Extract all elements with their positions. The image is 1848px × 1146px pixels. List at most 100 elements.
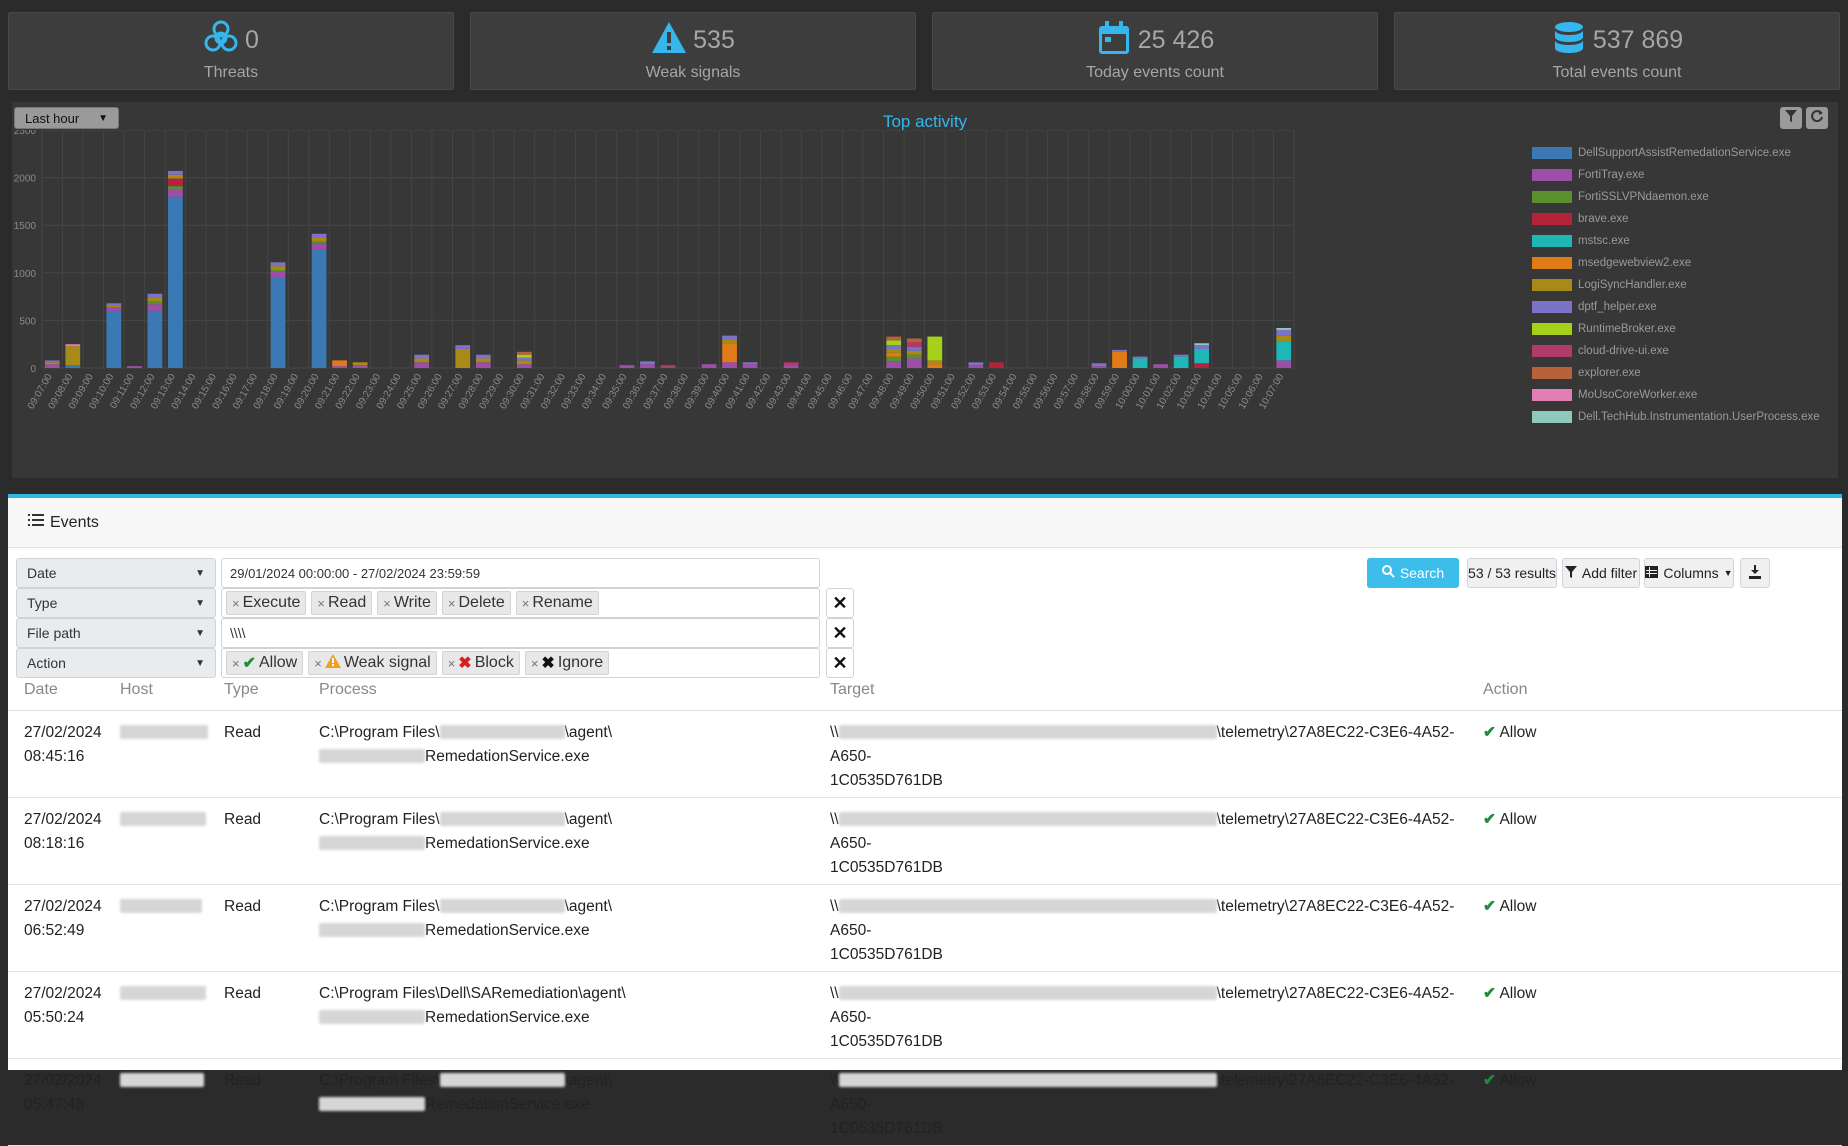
filter-field-select[interactable]: Date ▼ [16,558,216,588]
filter-field-select[interactable]: Type ▼ [16,588,216,618]
redacted-path [838,986,1217,1001]
add-filter-button[interactable]: Add filter [1562,558,1640,588]
weak-signals-card: 535 Weak signals [470,12,916,90]
legend-item[interactable]: MoUsoCoreWorker.exe [1532,384,1820,406]
redacted-path [319,923,425,938]
remove-icon[interactable]: × [317,596,325,611]
cell-action: ✔ Allow [1467,884,1842,972]
cell-target: \\ \telemetry\27A8EC22-C3E6-4A52-A650- 1C0… [814,884,1467,972]
bar-segment [906,338,922,343]
col-process[interactable]: Process [303,670,814,711]
col-action[interactable]: Action [1467,670,1842,711]
col-host[interactable]: Host [104,670,208,711]
process-prefix: C:\Program Files\ [319,723,440,741]
bar-segment [722,362,737,368]
legend-item[interactable]: FortiTray.exe [1532,164,1820,186]
bar-segment [886,356,902,362]
col-target[interactable]: Target [814,670,1467,711]
remove-icon[interactable]: × [448,596,456,611]
table-row[interactable]: 27/02/2024 05:50:24 Read C:\Program Files\D… [8,971,1842,1059]
bar-segment [65,344,81,347]
filter-field-select[interactable]: File path ▼ [16,618,216,648]
remove-icon[interactable]: × [531,656,539,671]
bar-segment [701,364,717,368]
type-chip[interactable]: × Delete [441,591,511,615]
remove-icon[interactable]: × [314,656,322,671]
remove-icon[interactable]: × [232,596,240,611]
legend-label: LogiSyncHandler.exe [1578,279,1687,291]
table-row[interactable]: 27/02/2024 08:18:16 Read C:\Program Files\ \… [8,797,1842,885]
legend-item[interactable]: msedgewebview2.exe [1532,252,1820,274]
table-row[interactable]: 27/02/2024 06:52:49 Read C:\Program Files\ \… [8,884,1842,972]
legend-item[interactable]: dptf_helper.exe [1532,296,1820,318]
type-filter-input[interactable]: × Execute × Read × Write × Delete × Rename [221,588,820,618]
process-suffix: RemedationService.exe [425,921,590,939]
date-text: 27/02/2024 [24,984,102,1002]
remove-file-path-filter-button[interactable]: ✕ [826,618,854,648]
date-range-input[interactable]: 29/01/2024 00:00:00 - 27/02/2024 23:59:5… [221,558,820,588]
remove-icon[interactable]: × [383,596,391,611]
legend-item[interactable]: DellSupportAssistRemedationService.exe [1532,142,1820,164]
legend-item[interactable]: Dell.TechHub.Instrumentation.UserProcess… [1532,406,1820,428]
type-chip[interactable]: × Write [377,591,437,615]
cell-process: C:\Program Files\ \agent\ RemedationServic… [303,884,814,972]
refresh-icon [1810,109,1824,128]
legend-swatch [1532,301,1572,313]
legend-item[interactable]: FortiSSLVPNdaemon.exe [1532,186,1820,208]
bar-segment [270,266,286,270]
table-row[interactable]: 27/02/2024 05:47:48 Read C:\Program Files\ \… [8,1058,1842,1146]
bar-segment [311,241,327,244]
remove-icon[interactable]: × [448,656,456,671]
stats-bar: 0 Threats 535 Weak signals 25 426 Today … [8,12,1840,90]
bar-segment [886,345,902,349]
action-text: Allow [1499,723,1537,741]
weak-signals-label: Weak signals [645,64,741,81]
redacted-path [838,899,1217,914]
file-path-input[interactable]: \\\\ [221,618,820,648]
bar-segment [106,303,122,306]
remove-icon[interactable]: × [232,656,240,671]
col-type[interactable]: Type [208,670,303,711]
target-prefix: \\ [830,810,839,828]
columns-button[interactable]: Columns ▼ [1644,558,1734,588]
download-button[interactable] [1740,558,1770,588]
cell-target: \\ \telemetry\27A8EC22-C3E6-4A52-A650- 1C0… [814,971,1467,1059]
redacted-host [120,1073,204,1088]
legend-label: mstsc.exe [1578,235,1630,247]
target-line2: 1C0535D761DB [830,1032,943,1050]
bar-segment [44,364,60,368]
remove-icon[interactable]: × [522,596,530,611]
add-filter-label: Add filter [1581,565,1638,581]
remove-type-filter-button[interactable]: ✕ [826,588,854,618]
bar-segment [516,360,532,365]
filter-chart-button[interactable] [1780,107,1802,129]
legend-swatch [1532,147,1572,159]
file-path-value: \\\\ [230,625,246,641]
legend-item[interactable]: LogiSyncHandler.exe [1532,274,1820,296]
bar-segment [168,178,183,187]
bar-segment [65,365,81,368]
y-tick-label: 0 [30,364,36,375]
cell-action: ✔ Allow [1467,797,1842,885]
type-chip[interactable]: × Rename [515,591,599,615]
search-button[interactable]: Search [1367,558,1459,588]
columns-label: Columns [1663,565,1719,581]
date-text: 27/02/2024 [24,723,102,741]
type-chip[interactable]: × Read [311,591,373,615]
cell-process: C:\Program Files\Dell\SARemediation\agen… [303,971,814,1059]
legend-item[interactable]: cloud-drive-ui.exe [1532,340,1820,362]
legend-label: DellSupportAssistRemedationService.exe [1578,147,1791,159]
legend-item[interactable]: explorer.exe [1532,362,1820,384]
legend-item[interactable]: mstsc.exe [1532,230,1820,252]
redacted-path [838,812,1217,827]
legend-item[interactable]: brave.exe [1532,208,1820,230]
type-chip[interactable]: × Execute [226,591,307,615]
legend-swatch [1532,213,1572,225]
col-date[interactable]: Date [8,670,104,711]
events-panel: Events Date ▼ 29/01/2024 00:00:00 - 27/0… [8,494,1842,1146]
y-tick-label: 1500 [14,221,37,232]
refresh-chart-button[interactable] [1806,107,1828,129]
threats-count: 0 [245,26,259,54]
table-row[interactable]: 27/02/2024 08:45:16 Read C:\Program Files\ \… [8,710,1842,798]
legend-item[interactable]: RuntimeBroker.exe [1532,318,1820,340]
